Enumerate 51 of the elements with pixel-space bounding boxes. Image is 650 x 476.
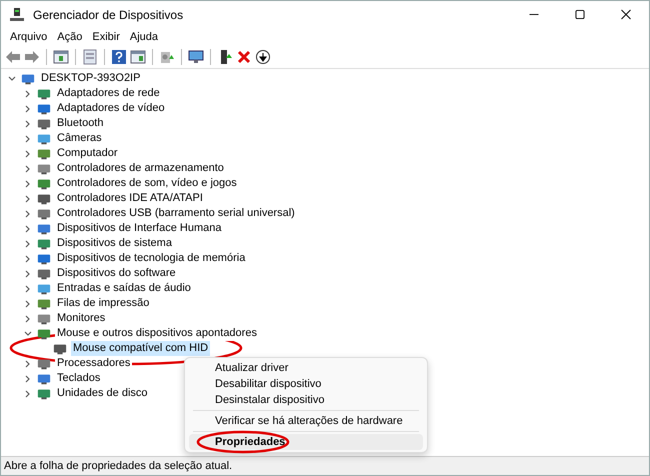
window-panel-icon[interactable] [130,49,146,65]
monitor-icon[interactable] [188,49,204,65]
device-icon [37,146,51,160]
forward-arrow-icon[interactable] [24,49,40,65]
context-menu-item[interactable]: Desinstalar dispositivo [189,392,423,408]
device-icon [37,162,51,176]
device-icon [37,116,51,130]
context-menu-item[interactable]: Atualizar driver [189,360,423,376]
device-icon [37,86,51,100]
back-arrow-icon[interactable] [5,49,21,65]
device-icon [37,296,51,310]
device-icon [37,176,51,190]
window-title: Gerenciador de Dispositivos [33,8,184,22]
tree-item[interactable]: Adaptadores de vídeo [55,101,167,116]
properties-sheet-icon[interactable] [82,49,98,65]
tree-item[interactable]: Adaptadores de rede [55,86,162,101]
context-menu-item[interactable]: Verificar se há alterações de hardware [189,413,423,429]
tree-item[interactable]: Computador [55,146,120,161]
device-icon [37,236,51,250]
device-icon [37,282,51,296]
menu-item[interactable]: Exibir [87,30,125,44]
menu-item[interactable]: Arquivo [5,30,52,44]
download-icon[interactable] [255,49,271,65]
expanded-caret-icon[interactable] [7,74,17,84]
tree-item[interactable]: Filas de impressão [55,296,152,311]
device-icon [37,252,51,266]
device-icon [37,312,51,326]
help-icon[interactable] [111,49,127,65]
device-icon [37,222,51,236]
computer-icon [9,6,25,22]
tree-item[interactable]: Dispositivos de Interface Humana [55,221,224,236]
context-menu-item[interactable]: Desabilitar dispositivo [189,376,423,392]
device-icon [21,72,35,86]
menu-item[interactable]: Ação [52,30,88,44]
delete-icon[interactable] [236,49,252,65]
device-icon [37,192,51,206]
device-icon [37,206,51,220]
device-icon [37,102,51,116]
tree-item[interactable]: Controladores USB (barramento serial universal) [55,206,297,221]
tree-item[interactable]: Controladores de som, vídeo e jogos [55,176,239,191]
tree-item[interactable]: Dispositivos de sistema [55,236,174,251]
menu-item[interactable]: Ajuda [124,30,164,44]
status-text: Abre a folha de propriedades da seleção atual. [4,460,232,472]
device-icon [37,386,51,400]
context-menu-item[interactable]: Propriedades [189,434,423,450]
tree-item[interactable]: Dispositivos de tecnologia de memória [55,251,248,266]
window-panel-icon[interactable] [53,49,69,65]
tree-item[interactable]: Dispositivos do software [55,266,178,281]
device-icon [37,132,51,146]
device-icon [37,266,51,280]
device-icon [37,372,51,386]
